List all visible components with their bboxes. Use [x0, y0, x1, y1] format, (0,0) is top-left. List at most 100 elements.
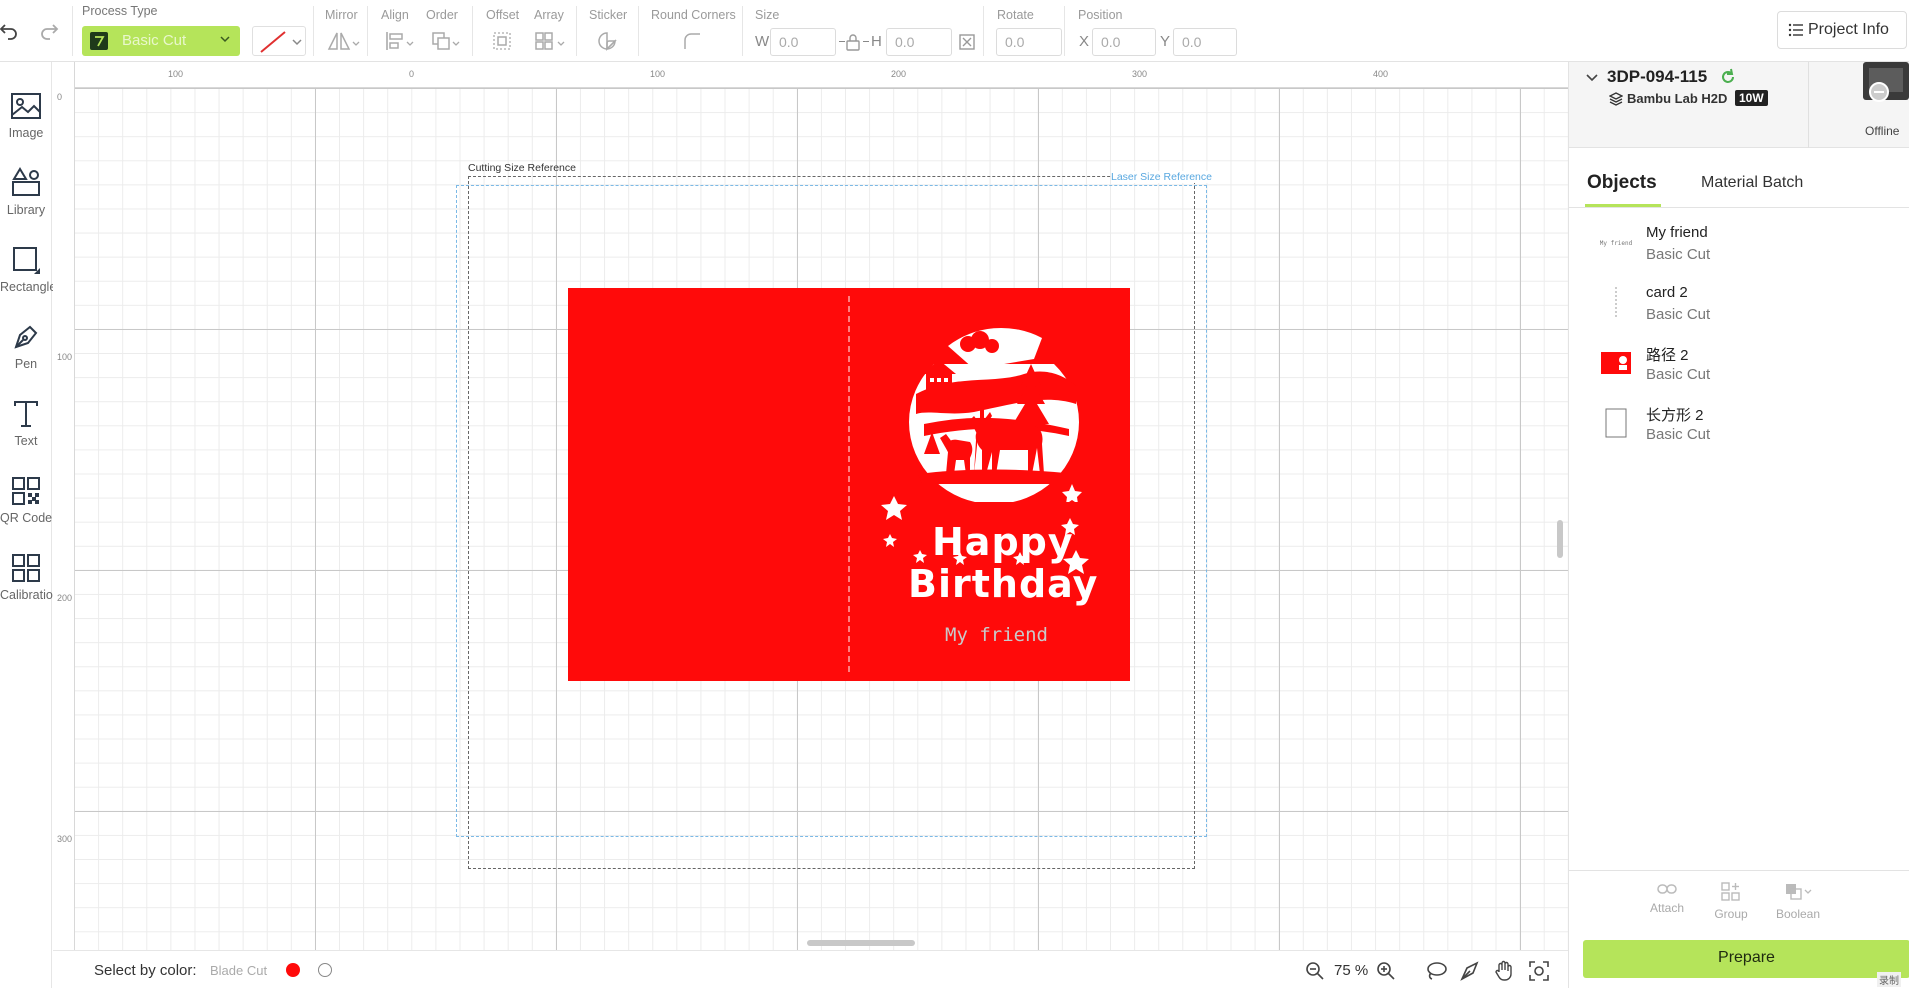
- horizontal-scrollbar[interactable]: [807, 940, 915, 946]
- object-name: 长方形 2: [1646, 407, 1704, 424]
- width-input[interactable]: 0.0: [770, 28, 836, 56]
- y-input[interactable]: 0.0: [1173, 28, 1237, 56]
- chevron-down-icon: [556, 36, 566, 54]
- offset-icon[interactable]: [489, 28, 515, 54]
- rotate-label: Rotate: [997, 8, 1034, 22]
- tool-rectangle[interactable]: Rectangle: [0, 242, 56, 294]
- tool-calibration[interactable]: Calibration: [0, 550, 60, 602]
- chevron-down-icon[interactable]: [1585, 71, 1599, 90]
- rectangle-thumb-icon: [1601, 408, 1631, 438]
- ruler-left: 0 100 200 300: [53, 62, 75, 950]
- prepare-label: Prepare: [1718, 949, 1775, 966]
- attach-button[interactable]: Attach: [1647, 882, 1687, 915]
- power-badge: 10W: [1735, 90, 1768, 106]
- ruler-top-label: 100: [650, 69, 666, 79]
- zoom-out-icon[interactable]: [1305, 961, 1325, 986]
- project-info-label: Project Info: [1808, 21, 1889, 38]
- card-fold-line[interactable]: [848, 296, 850, 672]
- process-type-select[interactable]: Basic Cut: [82, 26, 240, 56]
- chevron-down-icon: [218, 32, 232, 51]
- laser-size-reference-label: Laser Size Reference: [1111, 171, 1212, 183]
- tool-text[interactable]: Text: [0, 396, 52, 448]
- array-label: Array: [534, 8, 564, 22]
- right-panel: 3DP-094-115 Bambu Lab H2D 10W Offline Ob…: [1568, 62, 1909, 988]
- y-letter: Y: [1160, 33, 1171, 50]
- vertical-scrollbar[interactable]: [1557, 520, 1563, 558]
- card-friend-text[interactable]: My friend: [945, 624, 1048, 646]
- process-type-label: Process Type: [82, 4, 158, 18]
- list-icon: [1788, 23, 1804, 42]
- line-color-select[interactable]: [252, 26, 306, 56]
- boolean-icon: [1784, 884, 1812, 906]
- record-corner-label: 录制: [1877, 972, 1901, 987]
- tool-library[interactable]: Library: [0, 165, 52, 217]
- ruler-top-label: 400: [1373, 69, 1389, 79]
- chevron-down-icon: [451, 36, 461, 54]
- tab-objects[interactable]: Objects: [1587, 172, 1657, 194]
- round-corners-icon[interactable]: [679, 28, 705, 54]
- tool-image[interactable]: Image: [0, 88, 52, 140]
- tool-qr-code-label: QR Code: [0, 511, 53, 525]
- size-label: Size: [755, 8, 780, 22]
- line-color-icon: [259, 30, 287, 59]
- ruler-left-label: 200: [57, 593, 73, 603]
- object-type: Basic Cut: [1646, 246, 1711, 263]
- lock-icon[interactable]: [845, 33, 861, 56]
- x-input[interactable]: 0.0: [1092, 28, 1156, 56]
- object-type: Basic Cut: [1646, 306, 1711, 323]
- card-birthday-text: Birthday: [908, 562, 1099, 606]
- card-happy-text: Happy: [932, 520, 1074, 564]
- sticker-icon[interactable]: [594, 28, 620, 54]
- node-edit-icon[interactable]: [1459, 960, 1481, 987]
- rotate-input[interactable]: 0.0: [996, 28, 1062, 56]
- fit-view-icon[interactable]: [1528, 960, 1550, 987]
- chevron-down-icon: [291, 35, 303, 53]
- boolean-button[interactable]: Boolean: [1773, 882, 1823, 921]
- lasso-icon[interactable]: [1425, 961, 1447, 986]
- zoom-level[interactable]: 75 %: [1334, 962, 1368, 979]
- ruler-left-label: 100: [57, 352, 73, 362]
- redo-icon[interactable]: [36, 17, 62, 43]
- select-by-color-label: Select by color:: [94, 962, 197, 979]
- project-info-button[interactable]: Project Info: [1777, 11, 1907, 49]
- undo-icon[interactable]: [0, 17, 22, 43]
- object-row-rectangle-2[interactable]: 长方形 2 Basic Cut: [1569, 400, 1909, 460]
- prepare-button[interactable]: Prepare: [1583, 940, 1909, 978]
- refresh-icon[interactable]: [1719, 68, 1737, 91]
- device-header: 3DP-094-115 Bambu Lab H2D 10W Offline: [1569, 62, 1909, 148]
- height-input[interactable]: 0.0: [886, 28, 952, 56]
- color-swatch-white[interactable]: [318, 963, 332, 977]
- layers-icon: [1608, 92, 1624, 111]
- array-icon[interactable]: [531, 28, 557, 54]
- chevron-down-icon: [351, 36, 361, 54]
- object-row-my-friend[interactable]: My friend My friend Basic Cut: [1569, 220, 1909, 280]
- group-icon: [1721, 882, 1741, 906]
- tool-library-label: Library: [6, 203, 46, 217]
- zoom-in-icon[interactable]: [1376, 961, 1396, 986]
- object-name: card 2: [1646, 284, 1688, 301]
- attach-label: Attach: [1649, 901, 1685, 915]
- object-name: My friend: [1646, 224, 1708, 241]
- device-status: Offline: [1865, 124, 1900, 138]
- object-row-path-2[interactable]: 路径 2 Basic Cut: [1569, 340, 1909, 400]
- toolbar-separator: [742, 6, 743, 56]
- bottom-status-bar: Select by color: Blade Cut 75 %: [53, 950, 1568, 988]
- tab-material-batch[interactable]: Material Batch: [1701, 174, 1803, 192]
- tool-qr-code[interactable]: QR Code: [0, 473, 52, 525]
- color-swatch-red[interactable]: [286, 963, 300, 977]
- birthday-card[interactable]: Happy Birthday My friend: [568, 288, 1130, 681]
- process-type-icon: [90, 32, 108, 50]
- design-canvas[interactable]: Cutting Size Reference Laser Size Refere…: [53, 62, 1568, 950]
- hand-pan-icon[interactable]: [1493, 960, 1515, 987]
- device-name[interactable]: 3DP-094-115: [1607, 67, 1707, 87]
- group-button[interactable]: Group: [1711, 882, 1751, 921]
- object-row-card-2[interactable]: card 2 Basic Cut: [1569, 280, 1909, 340]
- scale-fit-icon[interactable]: [958, 33, 976, 56]
- toolbar-separator: [72, 6, 73, 56]
- tool-pen[interactable]: Pen: [0, 319, 52, 371]
- pen-icon: [8, 319, 44, 355]
- blade-cut-label: Blade Cut: [210, 963, 268, 978]
- height-letter: H: [871, 33, 882, 50]
- mirror-icon[interactable]: [326, 28, 352, 54]
- tab-objects-underline: [1585, 204, 1661, 207]
